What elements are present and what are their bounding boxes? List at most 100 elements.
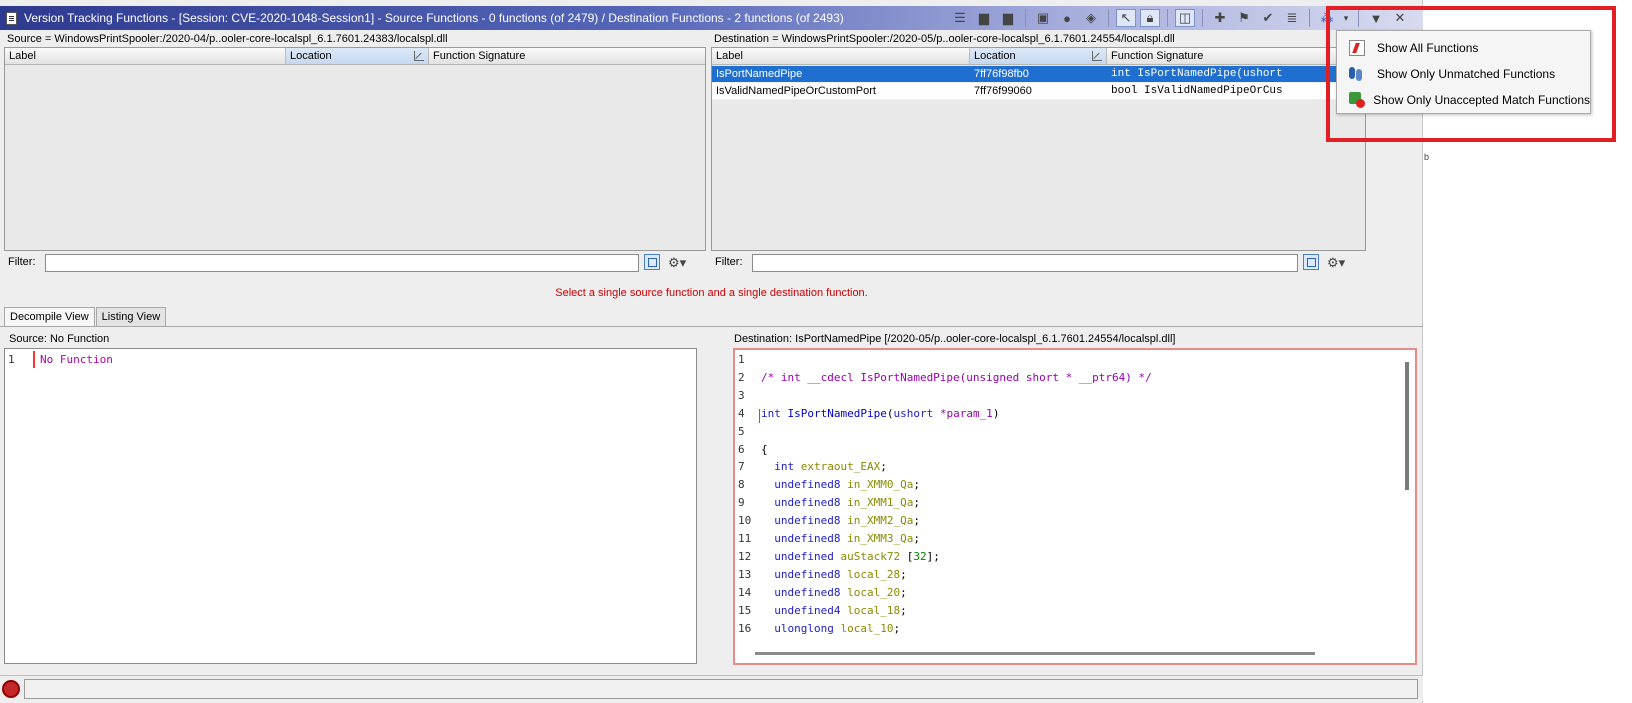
vertical-scrollbar[interactable] <box>1405 362 1409 490</box>
destination-functions-table[interactable]: Label Location Function Signature IsPort… <box>711 47 1366 251</box>
status-field <box>24 679 1418 699</box>
code-line: int IsPortNamedPipe(ushort *param_1) <box>761 407 999 420</box>
filter-label: Filter: <box>8 256 36 268</box>
code-token: local_28 <box>847 567 901 581</box>
line-number: 10 <box>738 514 752 528</box>
toolbar-separator <box>1025 9 1026 27</box>
code-token: *param_1 <box>939 406 993 420</box>
export-alt-icon[interactable]: ▆ <box>998 9 1018 27</box>
source-filter-input[interactable] <box>45 254 639 272</box>
line-number: 6 <box>738 442 745 456</box>
line-number: 11 <box>738 532 752 545</box>
tab-listing-view[interactable]: Listing View <box>95 307 167 327</box>
code-token: ; <box>900 567 907 581</box>
clipped-text-fragment: b <box>1424 152 1430 162</box>
flag-icon[interactable]: ⚑ <box>1234 9 1254 27</box>
line-number: 13 <box>738 567 752 581</box>
destination-decompile-view[interactable]: 1 2/* int __cdecl IsPortNamedPipe(unsigne… <box>733 348 1417 665</box>
table-body: IsPortNamedPipe 7ff76f98fb0 int IsPortNa… <box>712 66 1365 250</box>
source-functions-table[interactable]: Label Location Function Signature <box>4 47 706 251</box>
circle-icon[interactable]: ● <box>1057 9 1077 27</box>
select-mode-icon[interactable]: ↖ <box>1116 9 1136 27</box>
export-icon[interactable]: ▆ <box>974 9 994 27</box>
diamond-icon[interactable]: ◈ <box>1081 9 1101 27</box>
code-token: local_20 <box>847 585 901 599</box>
filter-clear-icon[interactable] <box>1303 254 1319 270</box>
row-location: 7ff76f98fb0 <box>974 68 1029 80</box>
code-token: /* int __cdecl IsPortNamedPipe(unsigned … <box>761 370 1152 384</box>
code-token: ]; <box>926 549 940 563</box>
checkmark-icon[interactable]: ✔ <box>1258 9 1278 27</box>
table-row[interactable]: IsValidNamedPipeOrCustomPort 7ff76f99060… <box>712 83 1365 100</box>
code-token: local_18 <box>847 603 901 617</box>
code-token: undefined8 <box>761 514 848 528</box>
source-view-header: Source: No Function <box>9 333 110 345</box>
code-line: undefined8 in_XMM2_Qa; <box>761 514 920 527</box>
code-line: undefined8 local_28; <box>761 567 907 581</box>
code-token: undefined8 <box>761 478 848 492</box>
code-token: in_XMM3_Qa <box>847 532 914 545</box>
split-view-icon[interactable]: ◫ <box>1175 9 1195 27</box>
code-token: undefined <box>761 549 841 563</box>
line-number: 4 <box>738 406 745 420</box>
filter-clear-icon[interactable] <box>644 254 660 270</box>
table-row[interactable]: IsPortNamedPipe 7ff76f98fb0 int IsPortNa… <box>712 66 1365 83</box>
source-decompile-view[interactable]: 1 No Function <box>4 348 697 664</box>
list-icon[interactable]: ☰ <box>950 9 970 27</box>
toolbar-separator <box>1309 9 1310 27</box>
lock-icon[interactable]: 🔒︎ <box>1140 9 1160 27</box>
line-number: 1 <box>8 353 15 366</box>
source-path: Source = WindowsPrintSpooler:/2020-04/p.… <box>7 33 448 45</box>
toolbar-separator <box>1202 9 1203 27</box>
cursor-marker <box>33 351 35 368</box>
destination-filter-input[interactable] <box>752 254 1298 272</box>
code-token: undefined8 <box>761 567 848 581</box>
no-function-text: No Function <box>40 353 113 366</box>
code-token: in_XMM1_Qa <box>847 496 914 510</box>
table-body <box>5 66 705 250</box>
column-location[interactable]: Location <box>286 48 429 64</box>
source-filter-bar: Filter: ⚙▾ <box>4 252 706 274</box>
horizontal-scrollbar[interactable] <box>755 652 1315 655</box>
view-tabs: Decompile View Listing View <box>4 307 167 327</box>
add-icon[interactable]: ✚ <box>1210 9 1230 27</box>
line-number: 7 <box>738 460 745 474</box>
code-line: undefined4 local_18; <box>761 603 906 617</box>
column-location[interactable]: Location <box>970 48 1107 64</box>
code-token: undefined8 <box>761 496 848 510</box>
code-token: ) <box>992 406 1000 420</box>
column-label[interactable]: Label <box>5 48 286 64</box>
cursor-marker <box>759 409 760 423</box>
table-header: Label Location Function Signature <box>5 48 705 65</box>
code-token: undefined4 <box>761 603 848 617</box>
code-token: int <box>761 406 788 420</box>
ghidra-dragon-icon <box>2 680 20 698</box>
toolbar-separator <box>1167 9 1168 27</box>
column-label[interactable]: Label <box>712 48 970 64</box>
filter-options-icon[interactable]: ⚙▾ <box>668 254 696 272</box>
destination-filter-bar: Filter: ⚙▾ <box>711 252 1366 274</box>
code-token: ; <box>913 532 920 545</box>
highlight-box <box>1326 6 1616 142</box>
code-token: extraout_EAX <box>800 460 881 474</box>
line-number: 14 <box>738 585 752 599</box>
code-line: /* int __cdecl IsPortNamedPipe(unsigned … <box>761 371 1152 384</box>
accept-icon[interactable]: ▣ <box>1033 9 1053 27</box>
title-bar: Version Tracking Functions - [Session: C… <box>0 6 1423 30</box>
filter-options-icon[interactable]: ⚙▾ <box>1327 254 1355 272</box>
code-token: ; <box>913 478 920 492</box>
code-line: undefined auStack72 [32]; <box>761 550 940 563</box>
toolbar-separator <box>1108 9 1109 27</box>
bottom-status-bar <box>0 675 1423 701</box>
window-icon <box>6 12 17 25</box>
window-title: Version Tracking Functions - [Session: C… <box>24 11 844 25</box>
code-token: { <box>761 442 768 456</box>
list-lines-icon[interactable]: ≣ <box>1282 9 1302 27</box>
tab-decompile-view[interactable]: Decompile View <box>4 307 95 327</box>
column-function-signature[interactable]: Function Signature <box>429 48 705 64</box>
line-number: 16 <box>738 621 752 635</box>
sort-icon <box>1092 51 1102 61</box>
code-token: ; <box>913 496 920 510</box>
line-number: 1 <box>738 353 745 366</box>
line-number: 5 <box>738 424 745 438</box>
